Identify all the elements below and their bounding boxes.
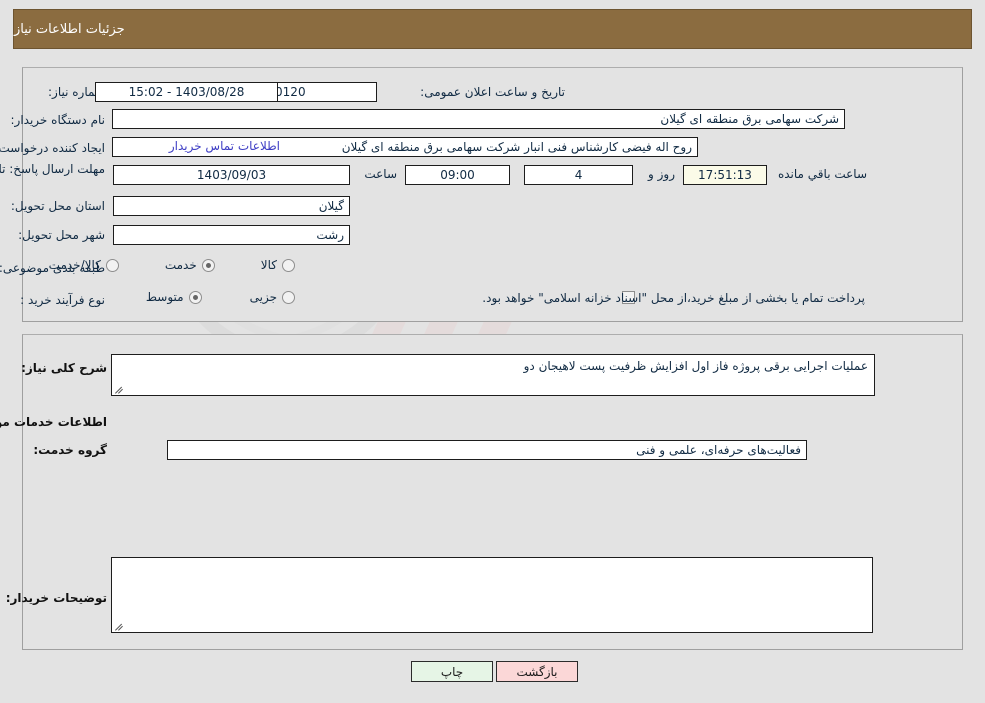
category-option-1[interactable]: خدمت [165,258,215,272]
announce-date-label: تاریخ و ساعت اعلان عمومی: [420,85,565,99]
buyer-contact-link[interactable]: اطلاعات تماس خریدار [169,139,280,153]
creator-row: ایجاد کننده درخواست: [0,138,105,158]
radio-icon-kala-khedmat[interactable] [105,258,119,272]
deadline-hour-value: 09:00 [405,165,510,185]
process-option-0-label: جزیی [249,290,277,304]
remaining-time-label: ساعت باقي مانده [777,167,867,181]
buyer-notes-label: توضیحات خریدار: [5,591,107,605]
process-row: نوع فرآیند خرید : [20,290,105,310]
city-label: شهر محل تحویل: [18,228,105,242]
process-radio-group: جزیی متوسط [146,290,295,304]
treasury-note: پرداخت تمام یا بخشی از مبلغ خرید،از محل … [482,291,865,305]
page-root: AriaTender.net جزئیات اطلاعات نیاز شماره… [0,0,985,703]
radio-icon-kala[interactable] [282,258,295,272]
deadline-hour-label: ساعت [364,167,397,181]
category-option-0-label: کالا [260,258,277,272]
city-value: رشت [113,225,350,245]
province-label: استان محل تحویل: [10,199,105,213]
deadline-date-value: 1403/09/03 [113,165,350,185]
page-title: جزئیات اطلاعات نیاز [14,21,125,37]
process-option-1[interactable]: متوسط [146,290,202,304]
deadline-label-wrap: مهلت ارسال پاسخ: تا تاریخ: [0,162,105,196]
page-header-bar: جزئیات اطلاعات نیاز [13,9,972,49]
summary-label: شرح کلی نیاز: [21,361,107,375]
city-row: شهر محل تحویل: [18,225,105,245]
province-value: گیلان [113,196,350,216]
services-heading: اطلاعات خدمات مورد نیاز [0,415,107,429]
creator-label: ایجاد کننده درخواست: [0,141,105,155]
announce-date-label-wrap: تاریخ و ساعت اعلان عمومی: [420,82,565,102]
buyer-org-value: شرکت سهامی برق منطقه ای گیلان [112,109,845,129]
process-option-1-label: متوسط [145,290,184,304]
summary-textarea[interactable]: عملیات اجرایی برقی پروژه فاز اول افزایش … [111,354,875,396]
category-option-0[interactable]: کالا [261,258,295,272]
buyer-notes-textarea[interactable] [111,557,873,633]
print-button[interactable]: چاپ [411,661,493,682]
category-radio-group: کالا خدمت کالا/خدمت [49,258,295,272]
process-option-0[interactable]: جزیی [250,290,295,304]
service-group-value: فعالیت‌های حرفه‌ای، علمی و فنی [167,440,807,460]
radio-icon-motavaset[interactable] [188,290,202,304]
resize-grip-icon-2[interactable] [114,621,124,631]
category-option-2[interactable]: کالا/خدمت [49,258,119,272]
deadline-label: مهلت ارسال پاسخ: تا تاریخ: [0,162,105,176]
buyer-org-row: نام دستگاه خریدار: [11,110,106,130]
radio-icon-khedmat[interactable] [201,258,215,272]
process-label: نوع فرآیند خرید : [20,293,105,307]
service-group-label: گروه خدمت: [33,443,107,457]
category-option-1-label: خدمت [164,258,197,272]
announce-date-value: 1403/08/28 - 15:02 [95,82,278,102]
remaining-time-countdown: 17:51:13 [683,165,767,185]
category-option-2-label: کالا/خدمت [48,258,101,272]
buyer-org-label: نام دستگاه خریدار: [10,113,106,127]
province-row: استان محل تحویل: [11,196,105,216]
remaining-days-value: 4 [524,165,633,185]
back-button[interactable]: بازگشت [496,661,578,682]
summary-value: عملیات اجرایی برقی پروژه فاز اول افزایش … [523,359,868,373]
resize-grip-icon[interactable] [114,384,124,394]
radio-icon-jozee[interactable] [282,290,295,304]
summary-info-panel [22,67,963,322]
remaining-days-label: روز و [648,167,675,181]
